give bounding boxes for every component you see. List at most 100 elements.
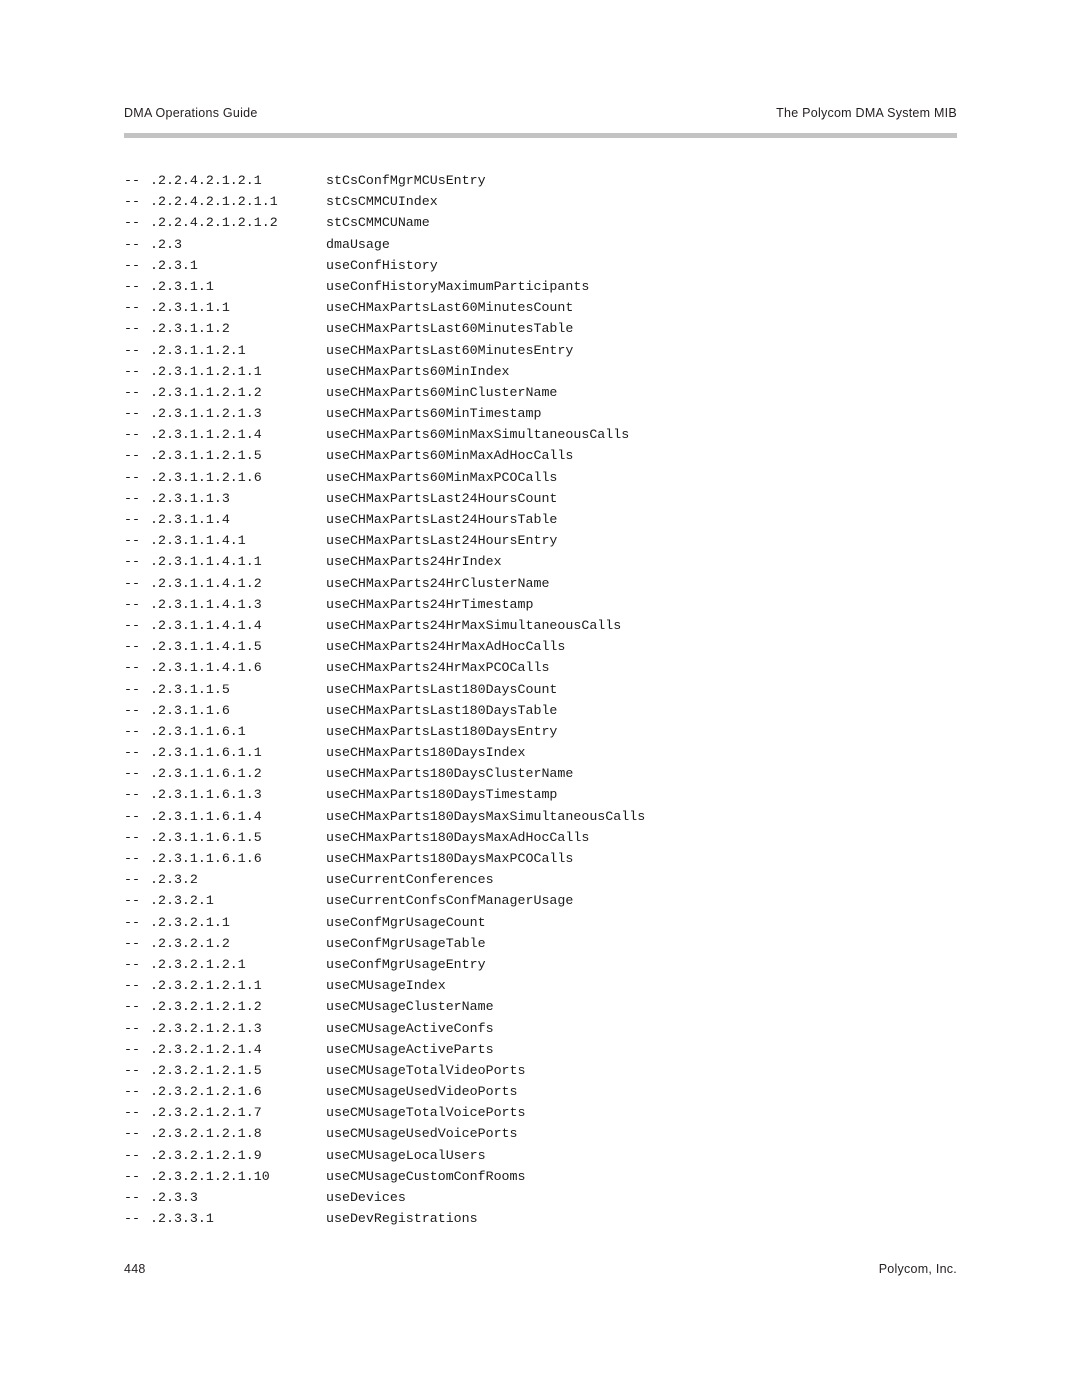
mib-object-name: useConfMgrUsageTable xyxy=(326,935,486,951)
oid-value: .2.3.2.1.2.1.10 xyxy=(150,1168,270,1184)
mib-listing-row: -- .2.3.2.1.2.1.8 useCMUsageUsedVoicePorts xyxy=(124,1123,1004,1144)
oid-value: .2.3.1.1.4.1 xyxy=(150,533,246,549)
mib-listing-row: -- .2.3.2.1.2.1.4 useCMUsageActiveParts xyxy=(124,1039,1004,1060)
oid-value: .2.3.2.1.2.1 xyxy=(150,956,246,972)
mib-object-name: useCHMaxParts180DaysMaxPCOCalls xyxy=(326,851,574,866)
oid-value: .2.3.1 xyxy=(150,257,198,273)
comment-marker: -- xyxy=(124,660,140,676)
oid-value: .2.3.2.1.2.1.9 xyxy=(150,1147,262,1163)
mib-object-name: useConfHistoryMaximumParticipants xyxy=(326,278,590,294)
mib-listing-row: -- .2.3.1 useConfHistory xyxy=(124,255,1004,276)
comment-marker: -- xyxy=(124,469,140,485)
header-right-title: The Polycom DMA System MIB xyxy=(776,106,957,120)
oid-value: .2.3.1.1.4.1.2 xyxy=(150,575,262,591)
mib-listing-row: -- .2.3.1.1.2.1.4 useCHMaxParts60MinMaxSim… xyxy=(124,424,1004,445)
comment-marker: -- xyxy=(124,321,140,337)
mib-listing-row: -- .2.3 dmaUsage xyxy=(124,234,1004,255)
mib-listing-row: -- .2.2.4.2.1.2.1.1 stCsCMMCUIndex xyxy=(124,191,1004,212)
oid-value: .2.3 xyxy=(150,236,182,252)
comment-marker: -- xyxy=(124,406,140,422)
mib-object-name: useCMUsageLocalUsers xyxy=(326,1147,486,1163)
oid-value: .2.3.1.1.2 xyxy=(150,321,230,337)
comment-marker: -- xyxy=(124,914,140,930)
oid-value: .2.3.2 xyxy=(150,872,198,888)
mib-listing-row: -- .2.3.2.1.2.1.5 useCMUsageTotalVideoPort… xyxy=(124,1060,1004,1081)
comment-marker: -- xyxy=(124,808,140,824)
mib-object-name: useCHMaxParts24HrTimestamp xyxy=(326,596,534,612)
mib-listing-row: -- .2.3.1.1.2.1.5 useCHMaxParts60MinMaxAdH… xyxy=(124,445,1004,466)
footer-company-name: Polycom, Inc. xyxy=(878,1262,957,1276)
comment-marker: -- xyxy=(124,1041,140,1057)
mib-object-name: useCMUsageTotalVoicePorts xyxy=(326,1105,526,1121)
oid-value: .2.3.2.1.2.1.3 xyxy=(150,1020,262,1036)
comment-marker: -- xyxy=(124,575,140,591)
mib-object-name: useCHMaxParts180DaysClusterName xyxy=(326,766,574,782)
page-header: DMA Operations Guide The Polycom DMA Sys… xyxy=(124,106,957,128)
comment-marker: -- xyxy=(124,257,140,273)
mib-listing-row: -- .2.3.2.1.2.1.9 useCMUsageLocalUsers xyxy=(124,1145,1004,1166)
footer-page-number: 448 xyxy=(124,1262,146,1276)
oid-value: .2.3.1.1.6.1.1 xyxy=(150,745,262,761)
comment-marker: -- xyxy=(124,1062,140,1078)
comment-marker: -- xyxy=(124,384,140,400)
mib-object-name: useDevices xyxy=(326,1190,406,1205)
oid-value: .2.3.1.1.4.1.5 xyxy=(150,639,262,655)
document-page: DMA Operations Guide The Polycom DMA Sys… xyxy=(0,0,1080,1397)
oid-value: .2.3.1.1.6 xyxy=(150,702,230,718)
oid-value: .2.3.1.1.6.1.4 xyxy=(150,808,262,824)
mib-object-name: useCHMaxParts180DaysIndex xyxy=(326,745,526,761)
oid-value: .2.3.2.1.2.1.1 xyxy=(150,978,262,994)
oid-value: .2.3.1.1.4 xyxy=(150,512,230,527)
oid-value: .2.3.2.1 xyxy=(150,893,214,909)
mib-object-name: useDevRegistrations xyxy=(326,1211,478,1227)
comment-marker: -- xyxy=(124,342,140,358)
mib-listing-row: -- .2.3.1.1.6.1.6 useCHMaxParts180DaysMaxP… xyxy=(124,848,1004,869)
mib-listing-row: -- .2.3.1.1.6.1.1 useCHMaxParts180DaysInde… xyxy=(124,742,1004,763)
oid-value: .2.3.1.1.5 xyxy=(150,681,230,697)
mib-listing-row: -- .2.3.2.1.2.1.3 useCMUsageActiveConfs xyxy=(124,1018,1004,1039)
oid-value: .2.3.1.1 xyxy=(150,278,214,294)
mib-object-name: useCHMaxPartsLast180DaysEntry xyxy=(326,723,558,739)
comment-marker: -- xyxy=(124,956,140,972)
mib-object-name: useCHMaxParts24HrClusterName xyxy=(326,575,550,591)
comment-marker: -- xyxy=(124,1126,140,1142)
comment-marker: -- xyxy=(124,173,140,188)
comment-marker: -- xyxy=(124,1105,140,1121)
comment-marker: -- xyxy=(124,363,140,379)
mib-listing-row: -- .2.3.1.1.4.1.6 useCHMaxParts24HrMaxPCOC… xyxy=(124,657,1004,678)
mib-listing-row: -- .2.3.1.1.2.1.1 useCHMaxParts60MinIndex xyxy=(124,361,1004,382)
mib-listing-row: -- .2.3.2.1.2.1.7 useCMUsageTotalVoicePort… xyxy=(124,1102,1004,1123)
mib-object-name: useCHMaxPartsLast24HoursEntry xyxy=(326,533,558,549)
oid-value: .2.3.2.1.1 xyxy=(150,914,230,930)
mib-listing-row: -- .2.3.2.1.2.1.2 useCMUsageClusterName xyxy=(124,996,1004,1017)
comment-marker: -- xyxy=(124,512,140,527)
oid-value: .2.3.1.1.2.1 xyxy=(150,342,246,358)
page-footer: 448 Polycom, Inc. xyxy=(124,1262,957,1284)
mib-object-name: useCMUsageUsedVoicePorts xyxy=(326,1126,518,1142)
mib-listing-row: -- .2.3.3.1 useDevRegistrations xyxy=(124,1208,1004,1229)
oid-value: .2.3.1.1.3 xyxy=(150,490,230,506)
mib-object-name: useCHMaxPartsLast180DaysTable xyxy=(326,702,558,718)
oid-value: .2.3.1.1.4.1.1 xyxy=(150,554,262,570)
oid-value: .2.3.2.1.2.1.7 xyxy=(150,1105,262,1121)
oid-value: .2.3.3 xyxy=(150,1190,198,1205)
mib-listing-row: -- .2.3.1.1.6.1.5 useCHMaxParts180DaysMaxA… xyxy=(124,827,1004,848)
comment-marker: -- xyxy=(124,787,140,803)
comment-marker: -- xyxy=(124,533,140,549)
oid-value: .2.3.1.1.4.1.3 xyxy=(150,596,262,612)
mib-listing-row: -- .2.3.2 useCurrentConferences xyxy=(124,869,1004,890)
comment-marker: -- xyxy=(124,893,140,909)
mib-object-name: useCHMaxPartsLast24HoursTable xyxy=(326,512,558,527)
comment-marker: -- xyxy=(124,278,140,294)
mib-object-name: stCsConfMgrMCUsEntry xyxy=(326,173,486,188)
mib-object-name: useCHMaxParts24HrMaxAdHocCalls xyxy=(326,639,566,655)
oid-value: .2.3.2.1.2.1.8 xyxy=(150,1126,262,1142)
comment-marker: -- xyxy=(124,723,140,739)
mib-object-name: useCHMaxPartsLast60MinutesTable xyxy=(326,321,574,337)
mib-listing-row: -- .2.3.2.1.2.1.10 useCMUsageCustomConfRoo… xyxy=(124,1166,1004,1187)
mib-object-name: stCsCMMCUIndex xyxy=(326,194,438,210)
oid-value: .2.3.3.1 xyxy=(150,1211,214,1227)
mib-listing-row: -- .2.3.1.1.6.1.3 useCHMaxParts180DaysTime… xyxy=(124,784,1004,805)
mib-object-name: useCHMaxParts60MinTimestamp xyxy=(326,406,542,422)
mib-listing-row: -- .2.3.1.1.4.1.5 useCHMaxParts24HrMaxAdHo… xyxy=(124,636,1004,657)
